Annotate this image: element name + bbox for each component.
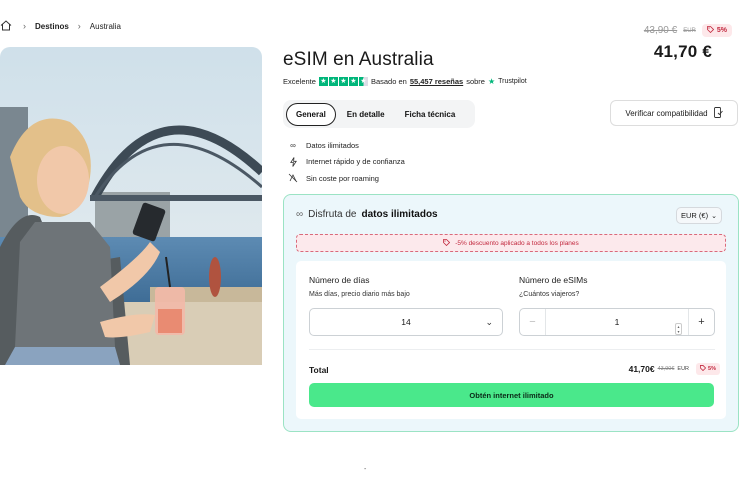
total-price: 41,70€ bbox=[628, 364, 655, 374]
star-icon: ★ bbox=[348, 77, 358, 86]
star-icon: ★ bbox=[318, 77, 328, 86]
plan-header-bold: datos ilimitados bbox=[361, 209, 438, 220]
chevron-down-icon: ⌄ bbox=[485, 317, 493, 327]
verify-compatibility-button[interactable]: Verificar compatibilidad bbox=[610, 100, 738, 126]
esims-label: Número de eSIMs bbox=[519, 275, 588, 285]
feature-text: Datos ilimitados bbox=[306, 140, 359, 150]
tag-icon bbox=[706, 26, 714, 35]
hero-photo bbox=[0, 47, 262, 365]
reviews-count-link[interactable]: 55,457 reseñas bbox=[410, 77, 463, 86]
price-summary: 43,90 € EUR 5% 41,70 € bbox=[644, 24, 732, 62]
star-icon: ★ bbox=[338, 77, 348, 86]
trustpilot-rating[interactable]: Excelente ★ ★ ★ ★ ★ Basado en 55,457 res… bbox=[283, 77, 527, 86]
trustpilot-logo: Trustpilot bbox=[498, 78, 527, 85]
feature-text: Internet rápido y de confianza bbox=[306, 157, 405, 167]
star-half-icon: ★ bbox=[358, 77, 368, 86]
feature-item: ∞ Datos ilimitados bbox=[288, 137, 405, 154]
old-price: 43,90 € bbox=[643, 25, 678, 36]
tab-en-detalle[interactable]: En detalle bbox=[338, 104, 394, 125]
total-old-price: 43,90€ bbox=[657, 366, 675, 372]
footer-mark: - bbox=[364, 466, 367, 473]
rating-on: sobre bbox=[466, 77, 485, 86]
trustpilot-star-icon: ★ bbox=[487, 77, 496, 86]
days-select[interactable]: 14 ⌄ bbox=[309, 308, 503, 336]
current-price: 41,70 € bbox=[653, 42, 712, 61]
rating-stars: ★ ★ ★ ★ ★ bbox=[318, 77, 368, 86]
tag-icon bbox=[443, 238, 451, 248]
breadcrumb: › Destinos › Australia bbox=[0, 20, 121, 32]
tab-ficha-tecnica[interactable]: Ficha técnica bbox=[396, 104, 465, 125]
total-currency: EUR bbox=[677, 366, 690, 372]
discount-notice-text: -5% descuento aplicado a todos los plane… bbox=[455, 239, 579, 247]
esims-stepper: − 1 ▴ ▾ + bbox=[519, 308, 715, 336]
days-label: Número de días bbox=[309, 275, 370, 285]
plan-header-prefix: Disfruta de bbox=[308, 209, 357, 220]
days-hint: Más días, precio diario más bajo bbox=[309, 291, 410, 298]
discount-badge: 5% bbox=[701, 24, 732, 37]
esims-hint: ¿Cuántos viajeros? bbox=[519, 291, 580, 298]
discount-badge-label: 5% bbox=[716, 27, 727, 34]
currency-select-value: EUR (€) bbox=[681, 211, 709, 220]
tag-icon bbox=[700, 365, 707, 373]
currency-select[interactable]: EUR (€) ⌄ bbox=[676, 207, 722, 224]
discount-notice: -5% descuento aplicado a todos los plane… bbox=[296, 234, 726, 252]
spinner-icon[interactable]: ▴ ▾ bbox=[675, 323, 682, 335]
total-discount-badge-label: 5% bbox=[708, 366, 716, 372]
esims-input[interactable]: 1 ▴ ▾ bbox=[546, 317, 688, 335]
feature-list: ∞ Datos ilimitados Internet rápido y de … bbox=[288, 137, 405, 187]
plan-configurator: Número de días Más días, precio diario m… bbox=[296, 261, 726, 419]
divider bbox=[309, 349, 715, 350]
rating-label: Excelente bbox=[283, 77, 316, 86]
breadcrumb-destinos[interactable]: Destinos bbox=[35, 22, 69, 31]
infinity-icon: ∞ bbox=[296, 209, 304, 220]
star-icon: ★ bbox=[328, 77, 338, 86]
increment-button[interactable]: + bbox=[688, 309, 714, 335]
tab-general[interactable]: General bbox=[286, 102, 336, 126]
feature-item: Sin coste por roaming bbox=[288, 170, 405, 187]
lightning-icon bbox=[288, 157, 298, 167]
chevron-right-icon: › bbox=[23, 21, 26, 31]
home-icon[interactable] bbox=[0, 20, 14, 32]
total-label: Total bbox=[309, 365, 329, 375]
plan-card: ∞ Disfruta de datos ilimitados EUR (€) ⌄… bbox=[283, 194, 739, 432]
feature-text: Sin coste por roaming bbox=[306, 173, 379, 183]
feature-item: Internet rápido y de confianza bbox=[288, 154, 405, 171]
rating-based-on: Basado en bbox=[370, 77, 407, 86]
total-discount-badge: 5% bbox=[696, 363, 720, 375]
decrement-button[interactable]: − bbox=[520, 309, 546, 335]
days-select-value: 14 bbox=[401, 317, 411, 327]
phone-check-icon bbox=[713, 106, 723, 120]
get-unlimited-internet-button[interactable]: Obtén internet ilimitado bbox=[309, 383, 714, 407]
tab-bar: General En detalle Ficha técnica bbox=[283, 100, 475, 128]
chevron-right-icon: › bbox=[77, 21, 81, 31]
total-price-group: 41,70€ 43,90€ EUR 5% bbox=[629, 363, 720, 375]
old-price-currency: EUR bbox=[683, 27, 696, 34]
chevron-down-icon: ⌄ bbox=[711, 212, 717, 220]
no-roaming-icon bbox=[288, 173, 298, 183]
page-title: eSIM en Australia bbox=[283, 49, 434, 70]
esims-value: 1 bbox=[614, 317, 620, 327]
verify-button-label: Verificar compatibilidad bbox=[625, 108, 708, 118]
breadcrumb-australia: Australia bbox=[89, 21, 121, 31]
plan-header: ∞ Disfruta de datos ilimitados bbox=[296, 209, 438, 220]
infinity-icon: ∞ bbox=[290, 140, 296, 150]
